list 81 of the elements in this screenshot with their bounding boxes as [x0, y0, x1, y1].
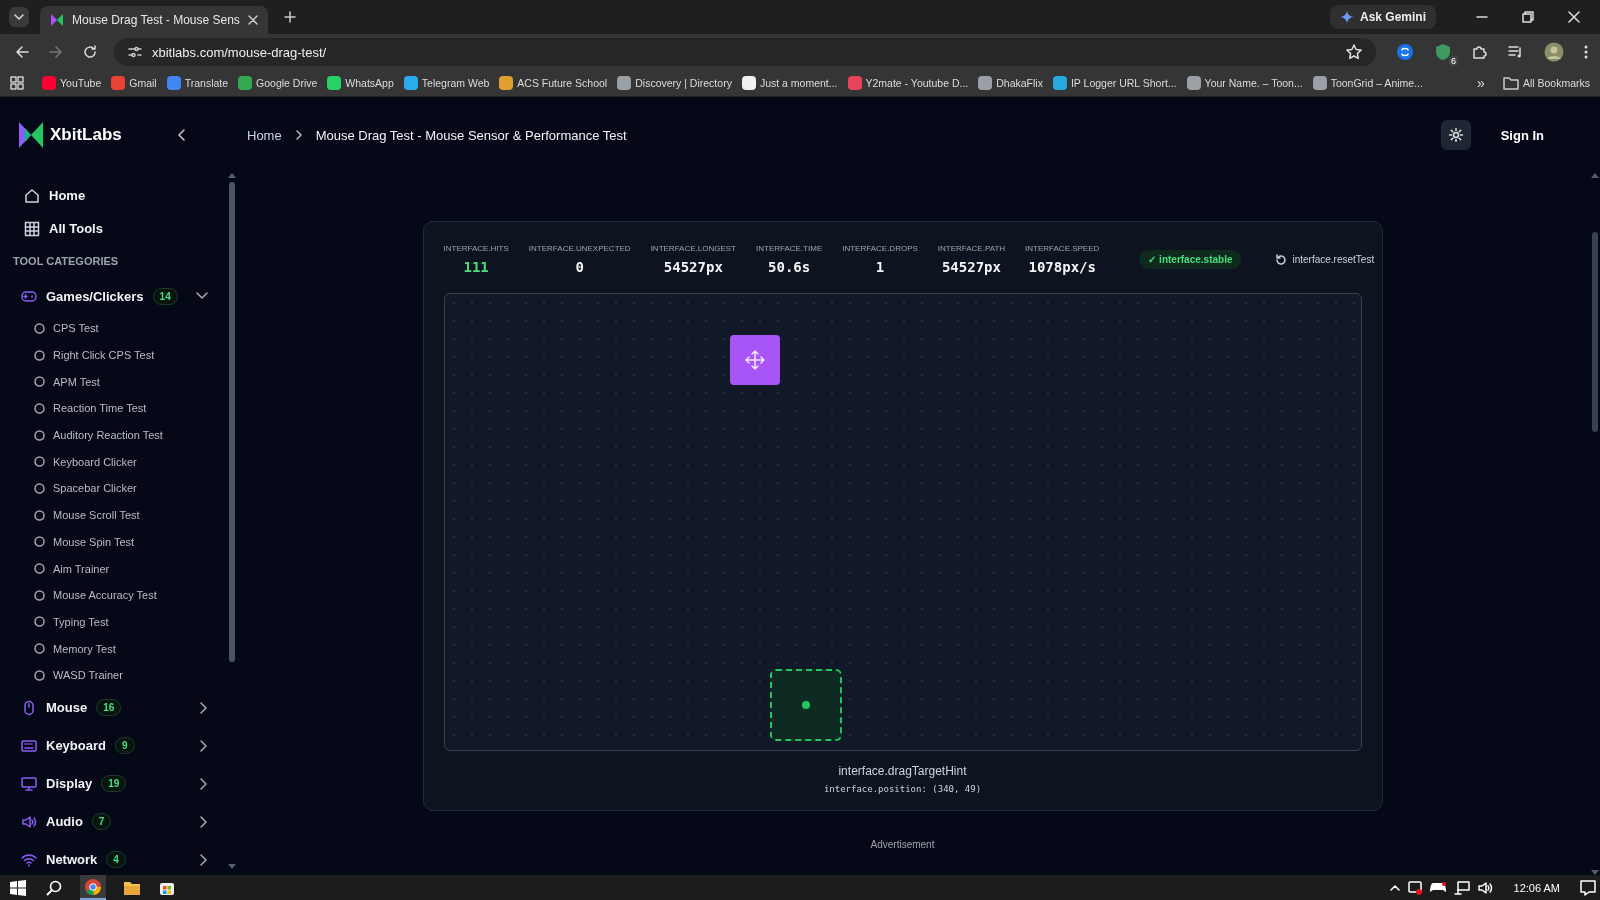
count-badge: 9 [114, 737, 135, 755]
category-item[interactable]: Keyboard 9 [12, 726, 228, 765]
stat-label: INTERFACE.DROPS [842, 244, 918, 253]
bookmark[interactable]: Discovery | Directory [617, 76, 732, 90]
tool-item[interactable]: Auditory Reaction Test [12, 421, 228, 449]
category-name: Games/Clickers [46, 288, 144, 304]
tab-title: Mouse Drag Test - Mouse Sens [72, 13, 240, 27]
bookmark[interactable]: WhatsApp [327, 76, 394, 90]
nav-item[interactable]: All Tools [12, 212, 228, 245]
nav-item[interactable]: Home [12, 179, 228, 212]
stat-value: 50.6s [768, 259, 811, 275]
bookmark[interactable]: YouTube [42, 76, 102, 90]
tool-item[interactable]: Keyboard Clicker [12, 448, 228, 476]
clock-time[interactable]: 12:06 AM [1513, 881, 1560, 894]
bookmark[interactable]: DhakaFlix [978, 76, 1043, 90]
count-badge: 19 [101, 775, 127, 793]
url-text: xbitlabs.com/mouse-drag-test/ [152, 44, 327, 60]
stat-label: INTERFACE.HITS [443, 244, 509, 253]
bookmark[interactable]: Y2mate - Youtube D... [847, 76, 969, 90]
stat-value: 111 [463, 259, 489, 275]
bookmark[interactable]: Your Name. – Toon... [1186, 76, 1303, 90]
bookmark[interactable]: Gmail [111, 76, 157, 90]
hint-text: interface.dragTargetHint [837, 764, 968, 778]
stat-label: INTERFACE.PATH [937, 244, 1006, 253]
address-bar[interactable]: xbitlabs.com/mouse-drag-test/ [114, 38, 1376, 66]
category-name: Display [46, 776, 93, 792]
logo-text: XbitLabs [50, 125, 122, 145]
tool-item[interactable]: Mouse Scroll Test [12, 501, 228, 529]
category-item[interactable]: Network 4 [12, 840, 228, 879]
stat-value: 0 [575, 259, 584, 275]
breadcrumb-current: Mouse Drag Test - Mouse Sensor & Performance Test [315, 127, 627, 143]
breadcrumb-link[interactable]: Home [247, 127, 282, 143]
tool-item[interactable]: Typing Test [12, 608, 228, 636]
tool-item[interactable]: Mouse Spin Test [12, 528, 228, 556]
tool-item[interactable]: APM Test [12, 368, 228, 396]
category-name: Keyboard [46, 738, 106, 754]
bookmark[interactable]: Telegram Web [403, 76, 490, 90]
status-badge: ✓ interface.stable [1139, 250, 1242, 269]
bookmark[interactable]: Just a moment... [741, 76, 838, 90]
count-badge: 16 [96, 699, 122, 717]
stat-label: INTERFACE.SPEED [1025, 244, 1100, 253]
stat-value: 54527px [663, 259, 723, 275]
tool-item[interactable]: WASD Trainer [12, 661, 228, 689]
stat-value: 1 [875, 259, 885, 275]
bookmark[interactable]: Translate [166, 76, 229, 90]
sign-in-button[interactable]: Sign In [1494, 126, 1550, 144]
position-text: interface.position: (340, 49) [822, 784, 983, 794]
reset-button[interactable]: interface.resetTest [1269, 252, 1381, 267]
tool-item[interactable]: Mouse Accuracy Test [12, 581, 228, 609]
browser-tab[interactable]: Mouse Drag Test - Mouse Sens [40, 6, 268, 34]
bookmark[interactable]: ToonGrid – Anime... [1312, 76, 1423, 90]
bookmark[interactable]: Google Drive [238, 76, 318, 90]
category-item[interactable]: Display 19 [12, 764, 228, 803]
advertisement-label: Advertisement [870, 839, 935, 850]
category-item[interactable]: Mouse 16 [12, 688, 228, 727]
more-bookmarks-button[interactable]: » [1477, 75, 1485, 91]
stat-value: 1078px/s [1028, 259, 1096, 275]
tool-item[interactable]: Memory Test [12, 635, 228, 662]
category-item[interactable]: Games/Clickers 14 [12, 277, 228, 315]
section-title: TOOL CATEGORIES [13, 255, 120, 269]
count-badge: 14 [152, 287, 178, 305]
count-badge: 4 [106, 851, 126, 869]
stat-value: 54527px [941, 259, 1001, 275]
extension-badge: 6 [1449, 56, 1458, 66]
tool-item[interactable]: Right Click CPS Test [12, 341, 228, 369]
bookmark[interactable]: IP Logger URL Short... [1052, 76, 1177, 90]
stat-label: INTERFACE.TIME [756, 244, 823, 253]
tool-item[interactable]: CPS Test [12, 315, 228, 342]
bookmark[interactable]: ACS Future School [499, 76, 608, 90]
stat-label: INTERFACE.LONGEST [650, 244, 736, 253]
category-item[interactable]: Audio 7 [12, 802, 228, 841]
category-name: Mouse [46, 700, 88, 716]
tool-item[interactable]: Reaction Time Test [12, 395, 228, 422]
category-name: Network [46, 852, 98, 868]
category-name: Audio [46, 814, 83, 830]
count-badge: 7 [91, 813, 112, 831]
tool-item[interactable]: Spacebar Clicker [12, 475, 228, 502]
stat-label: INTERFACE.UNEXPECTED [528, 244, 631, 253]
tool-item[interactable]: Aim Trainer [12, 555, 228, 582]
ask-gemini-button[interactable]: Ask Gemini [1329, 5, 1436, 29]
all-bookmarks-button[interactable]: All Bookmarks [1502, 76, 1590, 90]
